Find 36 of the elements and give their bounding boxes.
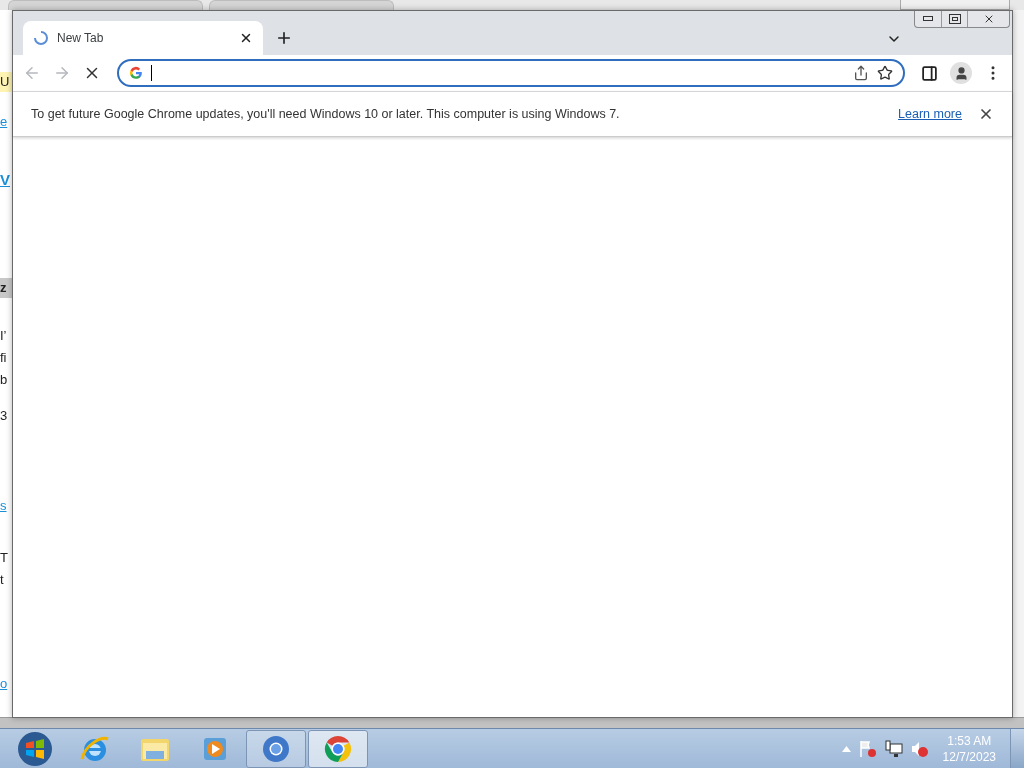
learn-more-link[interactable]: Learn more <box>898 107 962 121</box>
bookmark-star-icon[interactable] <box>877 65 893 81</box>
page-text: 3 <box>0 407 9 425</box>
page-text: fi <box>0 349 8 367</box>
network-icon[interactable] <box>884 739 903 758</box>
page-text: b <box>0 371 9 389</box>
clock-date: 12/7/2023 <box>942 748 996 765</box>
clock-time: 1:53 AM <box>947 732 992 749</box>
chromium-icon <box>261 733 291 764</box>
page-text: U <box>0 72 12 92</box>
clock[interactable]: 1:53 AM 12/7/2023 <box>942 732 996 765</box>
horizontal-scrollbar[interactable] <box>0 717 1024 728</box>
new-tab-plus-icon[interactable] <box>275 29 293 47</box>
page-link[interactable]: V <box>0 168 12 192</box>
page-text: z <box>0 278 12 298</box>
browser-tab[interactable]: New Tab <box>23 21 263 55</box>
share-icon[interactable] <box>853 65 869 81</box>
start-orb-icon <box>17 730 53 767</box>
close-tab-icon[interactable] <box>239 31 253 45</box>
page-text: I’ <box>0 327 8 345</box>
page-link[interactable]: s <box>0 496 12 516</box>
side-panel-icon[interactable] <box>921 64 938 82</box>
profile-avatar-icon[interactable] <box>950 62 972 84</box>
address-bar[interactable] <box>117 59 905 87</box>
close-icon[interactable] <box>978 106 994 122</box>
page-text: t <box>0 571 5 589</box>
infobar-message: To get future Google Chrome updates, you'll need Windows 10 or later. This computer is using Windows 7. <box>31 107 621 121</box>
page-link[interactable]: o <box>0 674 12 694</box>
taskbar-button[interactable] <box>308 729 368 768</box>
page-text: T <box>0 549 9 567</box>
tab-title: New Tab <box>57 31 105 45</box>
taskbar-button[interactable] <box>246 729 306 768</box>
flag-icon[interactable] <box>858 739 877 758</box>
google-icon <box>129 66 143 80</box>
page-link[interactable]: e <box>0 112 12 132</box>
text-cursor <box>151 65 152 81</box>
